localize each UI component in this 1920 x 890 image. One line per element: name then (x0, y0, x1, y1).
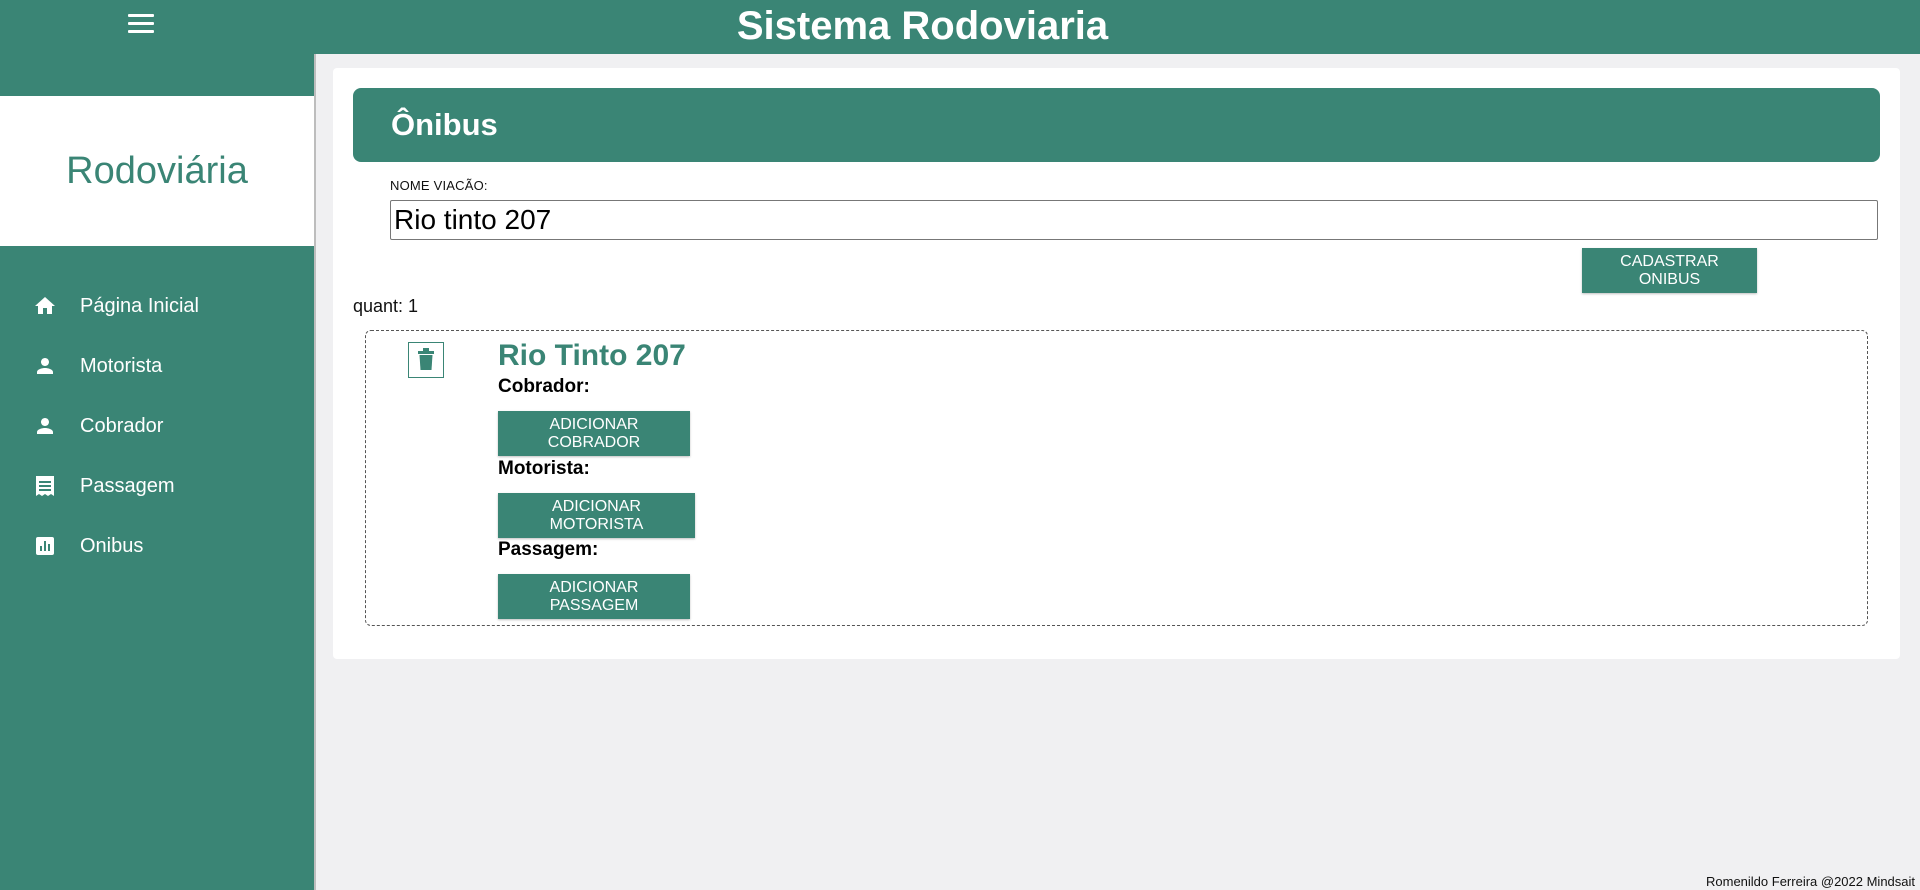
add-passagem-button[interactable]: ADICIONAR PASSAGEM (498, 574, 690, 619)
sidebar-item-pagina-inicial[interactable]: Página Inicial (0, 276, 314, 336)
app-title: Sistema Rodoviaria (736, 4, 1109, 48)
cobrador-label: Cobrador: (498, 376, 590, 397)
bar-chart-icon (32, 533, 58, 559)
passagem-label: Passagem: (498, 539, 599, 560)
delete-button[interactable] (408, 342, 444, 378)
main-card: Ônibus NOME VIACÃO: CADASTRAR ONIBUS qua… (333, 68, 1900, 659)
cadastrar-onibus-button[interactable]: CADASTRAR ONIBUS (1582, 248, 1757, 293)
home-icon (32, 293, 58, 319)
top-bar: Sistema Rodoviaria (0, 0, 1920, 54)
nome-viacao-label: NOME VIACÃO: (390, 178, 488, 193)
footer-credits: Romenildo Ferreira @2022 Mindsait (1706, 874, 1916, 889)
motorista-label: Motorista: (498, 458, 590, 479)
page-title: Ônibus (391, 107, 498, 142)
sidebar-item-label: Motorista (80, 354, 163, 377)
sidebar-item-motorista[interactable]: Motorista (0, 336, 314, 396)
nome-viacao-input[interactable] (390, 200, 1878, 240)
sidebar-item-label: Onibus (80, 534, 144, 557)
trash-icon (416, 348, 436, 372)
quantity-text: quant: 1 (353, 296, 419, 316)
sidebar-item-passagem[interactable]: Passagem (0, 456, 314, 516)
onibus-card: Rio Tinto 207 Cobrador: ADICIONAR COBRAD… (365, 330, 1868, 626)
receipt-icon (32, 473, 58, 499)
sidebar-item-cobrador[interactable]: Cobrador (0, 396, 314, 456)
brand-box: Rodoviária (0, 96, 314, 246)
page-header: Ônibus (353, 88, 1880, 162)
sidebar-item-onibus[interactable]: Onibus (0, 516, 314, 576)
brand-title: Rodoviária (66, 149, 248, 192)
sidebar-nav: Página Inicial Motorista Cobrador Passag… (0, 276, 314, 576)
add-cobrador-button[interactable]: ADICIONAR COBRADOR (498, 411, 690, 456)
sidebar-item-label: Passagem (80, 474, 175, 497)
sidebar-item-label: Página Inicial (80, 294, 199, 317)
sidebar: Rodoviária Página Inicial Motorista Cobr… (0, 54, 316, 890)
add-motorista-button[interactable]: ADICIONAR MOTORISTA (498, 493, 695, 538)
person-icon (32, 413, 58, 439)
onibus-title: Rio Tinto 207 (498, 339, 686, 372)
sidebar-item-label: Cobrador (80, 414, 164, 437)
person-icon (32, 353, 58, 379)
